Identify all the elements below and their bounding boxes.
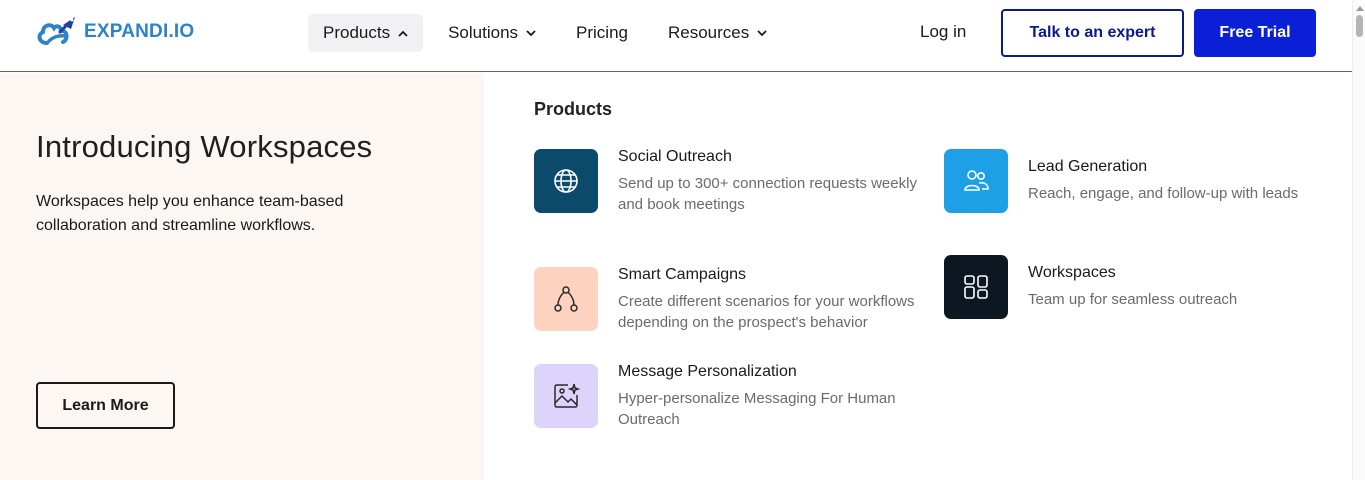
menu-heading: Products (534, 99, 613, 119)
promo-panel: Introducing Workspaces Workspaces help y… (0, 73, 484, 480)
globe-icon (534, 149, 598, 213)
brand-name: EXPANDI.IO (84, 21, 195, 42)
product-workspaces[interactable]: Workspaces Team up for seamless outreach (944, 255, 1328, 319)
product-smart-campaigns[interactable]: Smart Campaigns Create different scenari… (534, 266, 918, 333)
product-name: Smart Campaigns (618, 266, 747, 283)
learn-more-button[interactable]: Learn More (36, 382, 175, 429)
nav-pricing-label: Pricing (576, 23, 628, 42)
chevron-down-icon (757, 29, 767, 37)
main-nav: Products Solutions Pricing Resources (308, 14, 792, 52)
scroll-up-arrow-icon[interactable] (1356, 6, 1364, 11)
product-social-outreach[interactable]: Social Outreach Send up to 300+ connecti… (534, 148, 938, 215)
site-header: EXPANDI.IO Products Solutions Pricing Re… (0, 0, 1352, 72)
users-icon (944, 149, 1008, 213)
product-description: Hyper-personalize Messaging For Human Ou… (618, 390, 896, 428)
branch-icon (534, 267, 598, 331)
login-link[interactable]: Log in (920, 22, 966, 42)
product-description: Team up for seamless outreach (1028, 291, 1238, 308)
product-name: Message Personalization (618, 363, 797, 380)
nav-resources[interactable]: Resources (653, 14, 782, 52)
product-name: Workspaces (1028, 264, 1116, 281)
nav-resources-label: Resources (668, 23, 750, 42)
products-menu: Products Social Outreach Send up to 300+… (484, 73, 1352, 480)
product-message-personalization[interactable]: Message Personalization Hyper-personaliz… (534, 363, 918, 430)
brand-logo[interactable]: EXPANDI.IO (35, 15, 194, 49)
nav-pricing[interactable]: Pricing (561, 14, 643, 52)
product-description: Send up to 300+ connection requests week… (618, 175, 917, 213)
product-description: Reach, engage, and follow-up with leads (1028, 185, 1299, 202)
chevron-up-icon (398, 30, 408, 37)
nav-products[interactable]: Products (308, 14, 424, 52)
page-scrollbar[interactable] (1352, 0, 1365, 480)
nav-solutions[interactable]: Solutions (433, 14, 551, 52)
nav-products-label: Products (323, 23, 391, 42)
grid-icon (944, 255, 1008, 319)
scrollbar-thumb[interactable] (1356, 15, 1363, 37)
product-name: Social Outreach (618, 148, 732, 165)
product-lead-generation[interactable]: Lead Generation Reach, engage, and follo… (944, 149, 1328, 213)
page: EXPANDI.IO Products Solutions Pricing Re… (0, 0, 1365, 480)
promo-description: Workspaces help you enhance team-based c… (36, 193, 344, 234)
promo-title: Introducing Workspaces (36, 129, 373, 164)
image-sparkle-icon (534, 364, 598, 428)
product-name: Lead Generation (1028, 158, 1148, 175)
rocket-cloud-icon (37, 17, 75, 45)
nav-solutions-label: Solutions (448, 23, 519, 42)
talk-to-expert-button[interactable]: Talk to an expert (1001, 9, 1184, 57)
free-trial-button[interactable]: Free Trial (1194, 9, 1316, 57)
product-description: Create different scenarios for your work… (618, 293, 915, 331)
chevron-down-icon (526, 29, 536, 37)
